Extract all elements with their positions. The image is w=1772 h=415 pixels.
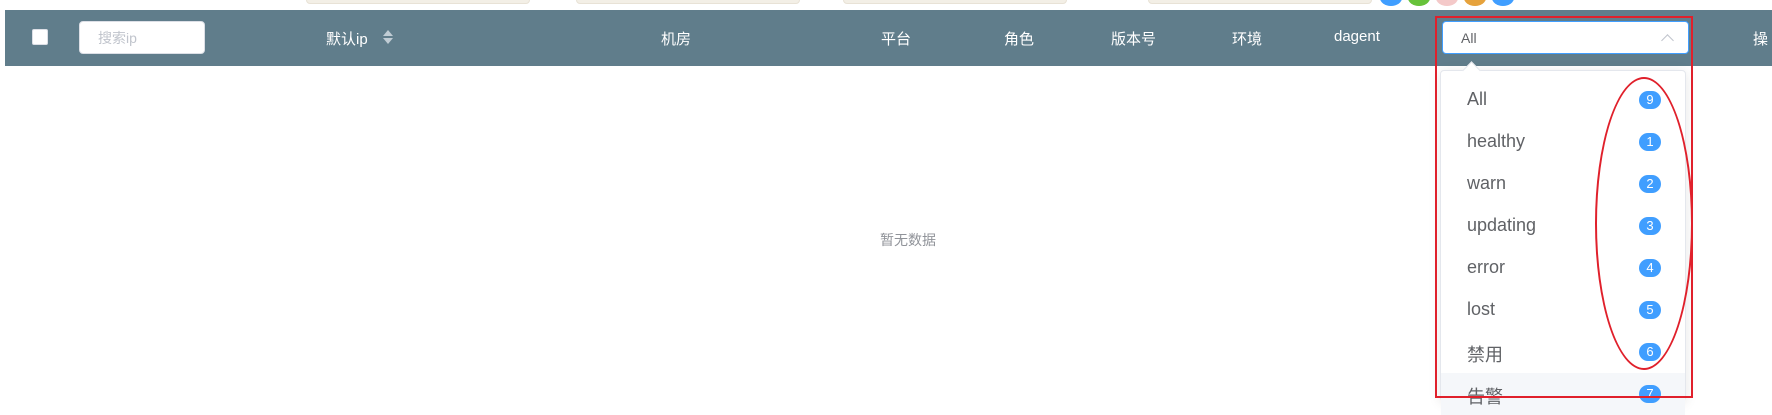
top-toolbar-cropped (0, 0, 1772, 10)
cropped-input (306, 0, 530, 4)
annotation-ellipse (1595, 77, 1693, 370)
column-header-env: 环境 (1232, 31, 1263, 48)
cropped-button-icon[interactable] (1436, 0, 1458, 6)
cropped-button-icon[interactable] (1464, 0, 1486, 6)
cropped-button-icon[interactable] (1408, 0, 1430, 6)
column-header-dagent: dagent (1334, 28, 1380, 45)
column-header-version: 版本号 (1111, 31, 1157, 48)
column-header-role: 角色 (1004, 31, 1035, 48)
empty-table-message: 暂无数据 (880, 232, 936, 248)
select-all-checkbox[interactable] (32, 29, 48, 45)
column-header-room: 机房 (661, 31, 692, 48)
cropped-input (843, 0, 1067, 4)
column-header-ip[interactable]: 默认ip (326, 28, 368, 49)
cropped-button-icon[interactable] (1380, 0, 1402, 6)
cropped-input (576, 0, 800, 4)
cropped-input (1148, 0, 1372, 4)
column-header-platform: 平台 (881, 31, 912, 48)
column-header-ops: 操 (1753, 31, 1769, 48)
search-ip-input[interactable] (79, 21, 205, 54)
cropped-button-icon[interactable] (1492, 0, 1514, 6)
sort-icon[interactable] (383, 28, 393, 46)
